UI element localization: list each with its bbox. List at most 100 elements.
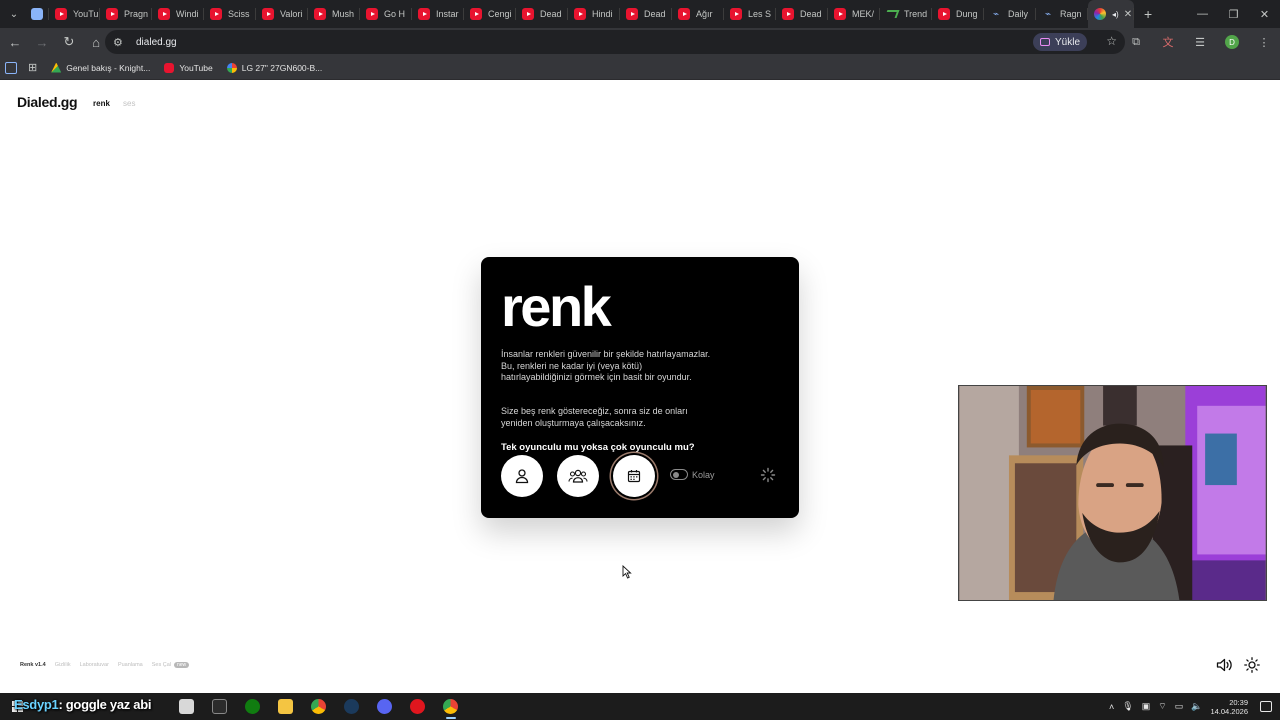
browser-tab[interactable]: Instar (412, 0, 464, 28)
browser-tab[interactable]: Cengi (464, 0, 516, 28)
nav-renk[interactable]: renk (93, 99, 110, 108)
browser-tab[interactable]: Les S (724, 0, 776, 28)
easy-mode-toggle[interactable] (670, 469, 688, 480)
browser-tab[interactable]: ⌁ Ragn (1036, 0, 1088, 28)
browser-tab[interactable]: Hindi (568, 0, 620, 28)
address-bar[interactable]: ⚙ dialed.gg Yükle ☆ (105, 30, 1125, 54)
tab-active-dialed[interactable]: ◂) ✕ (1088, 0, 1134, 28)
footer-link-play-sound[interactable]: Ses Çal (152, 662, 171, 668)
taskbar-chrome[interactable] (302, 693, 335, 720)
system-tray: ˄ 🎙 ▣ ⌔ ▭ 🔈 20:39 14.04.2026 (1109, 693, 1280, 720)
bookmark-label: LG 27" 27GN600-B... (241, 62, 323, 73)
taskbar-xbox[interactable] (236, 693, 269, 720)
tab-label: Sciss (228, 9, 250, 19)
browser-tab[interactable]: MEK/ (828, 0, 880, 28)
sound-icon[interactable] (1216, 658, 1233, 672)
tray-app-icon[interactable]: ▣ (1142, 701, 1151, 712)
windows-taskbar: Esdyp1: goggle yaz abi ˄ 🎙 ▣ ⌔ ▭ 🔈 20:39… (0, 693, 1280, 720)
tab-label: Daily (1008, 9, 1029, 19)
daily-challenge-button[interactable] (613, 455, 655, 497)
browser-tab[interactable]: Dead (516, 0, 568, 28)
browser-tab[interactable]: Dead (620, 0, 672, 28)
notification-icon[interactable] (1260, 701, 1272, 712)
bookmark-lg-monitor[interactable]: LG 27" 27GN600-B... (226, 62, 323, 73)
card-description: İnsanlar renkleri güvenilir bir şekilde … (501, 349, 711, 382)
single-player-button[interactable] (501, 455, 543, 497)
browser-tab[interactable]: YouTu (49, 0, 100, 28)
browser-tab[interactable]: Mush (308, 0, 360, 28)
display-icon[interactable]: ▭ (1175, 701, 1184, 712)
microphone-icon[interactable]: 🎙 (1122, 701, 1133, 712)
wifi-icon[interactable]: ⌔ (1158, 701, 1166, 712)
site-info-icon[interactable]: ⚙ (113, 36, 129, 49)
bookmark-star-icon[interactable]: ☆ (1106, 34, 1117, 48)
browser-tab[interactable]: Go H (360, 0, 412, 28)
webcam-overlay (958, 385, 1267, 601)
loading-spinner-icon[interactable] (760, 467, 776, 483)
browser-tab[interactable]: ⌁ Daily (984, 0, 1036, 28)
chrome-icon (443, 699, 458, 714)
taskbar-opera[interactable] (401, 693, 434, 720)
site-logo[interactable]: Dialed.gg (17, 94, 78, 110)
taskbar-discord[interactable] (368, 693, 401, 720)
multiplayer-button[interactable] (557, 455, 599, 497)
close-window-icon[interactable]: ✕ (1249, 0, 1280, 28)
bookmark-label: Genel bakış - Knight... (66, 62, 151, 73)
footer-link-lab[interactable]: Laboratuvar (80, 662, 109, 668)
tab-label: YouTu (73, 9, 99, 19)
browser-tab[interactable]: Windi (152, 0, 204, 28)
menu-icon[interactable]: ⋮ (1248, 36, 1280, 49)
browser-tab[interactable]: Pragn (100, 0, 152, 28)
taskbar-steam[interactable] (335, 693, 368, 720)
bookmark-youtube[interactable]: YouTube (164, 62, 213, 73)
mode-question: Tek oyunculu mu yoksa çok oyunculu mu? (501, 442, 695, 453)
tab-groups-icon[interactable]: ☰ (1184, 36, 1216, 49)
profile-avatar[interactable]: D (1225, 35, 1239, 49)
footer-link-scoring[interactable]: Puanlama (118, 662, 143, 668)
card-instructions: Size beş renk göstereceğiz, sonra siz de… (501, 406, 688, 428)
browser-tab[interactable]: Dung (932, 0, 984, 28)
side-panel-icon[interactable] (5, 61, 17, 74)
chrome-icon (311, 699, 326, 714)
youtube-icon (574, 8, 586, 20)
youtube-icon (314, 8, 326, 20)
tray-overflow-icon[interactable]: ˄ (1109, 702, 1114, 712)
browser-tab[interactable]: Sciss (204, 0, 256, 28)
tab-search-icon[interactable]: ⌄ (3, 3, 25, 25)
youtube-icon (210, 8, 222, 20)
youtube-icon (55, 8, 67, 20)
new-tab-icon[interactable]: + (1144, 6, 1152, 22)
taskbar-calculator[interactable] (170, 693, 203, 720)
browser-tab[interactable]: Ağır (672, 0, 724, 28)
pinned-tab[interactable] (25, 0, 49, 28)
extensions-icon[interactable]: ⧉ (1120, 36, 1152, 49)
minimize-icon[interactable]: — (1187, 0, 1218, 28)
clock[interactable]: 20:39 14.04.2026 (1210, 698, 1248, 716)
nav-ses[interactable]: ses (123, 99, 135, 108)
taskbar-epic-games[interactable] (203, 693, 236, 720)
install-icon (1039, 38, 1050, 46)
version-label: Renk v1.4 (20, 662, 46, 668)
translate-icon[interactable]: 文 (1152, 34, 1184, 50)
apps-grid-icon[interactable]: ⊞ (28, 61, 37, 74)
youtube-icon (418, 8, 430, 20)
browser-tab[interactable]: Dead (776, 0, 828, 28)
twitch-icon: ⌁ (1044, 8, 1052, 20)
volume-icon[interactable]: 🔈 (1191, 701, 1202, 712)
footer-link-privacy[interactable]: Gizlilik (55, 662, 71, 668)
browser-toolbar: ← → ↻ ⌂ ⚙ dialed.gg Yükle ☆ ⧉ 文 ☰ D ⋮ (0, 28, 1280, 56)
browser-tab[interactable]: Valori (256, 0, 308, 28)
browser-tab[interactable]: Trend (880, 0, 932, 28)
taskbar-chrome-profile[interactable] (434, 693, 467, 720)
reload-icon[interactable]: ↻ (57, 30, 81, 54)
restore-icon[interactable]: ❐ (1218, 0, 1249, 28)
google-icon (226, 62, 237, 73)
youtube-icon (262, 8, 274, 20)
close-tab-icon[interactable]: ✕ (1124, 9, 1132, 20)
back-icon[interactable]: ← (3, 30, 27, 54)
theme-toggle-icon[interactable] (1244, 657, 1260, 673)
install-app-button[interactable]: Yükle (1032, 33, 1087, 51)
forward-icon[interactable]: → (30, 30, 54, 54)
taskbar-file-explorer[interactable] (269, 693, 302, 720)
bookmark-google-ads[interactable]: Genel bakış - Knight... (51, 62, 151, 73)
